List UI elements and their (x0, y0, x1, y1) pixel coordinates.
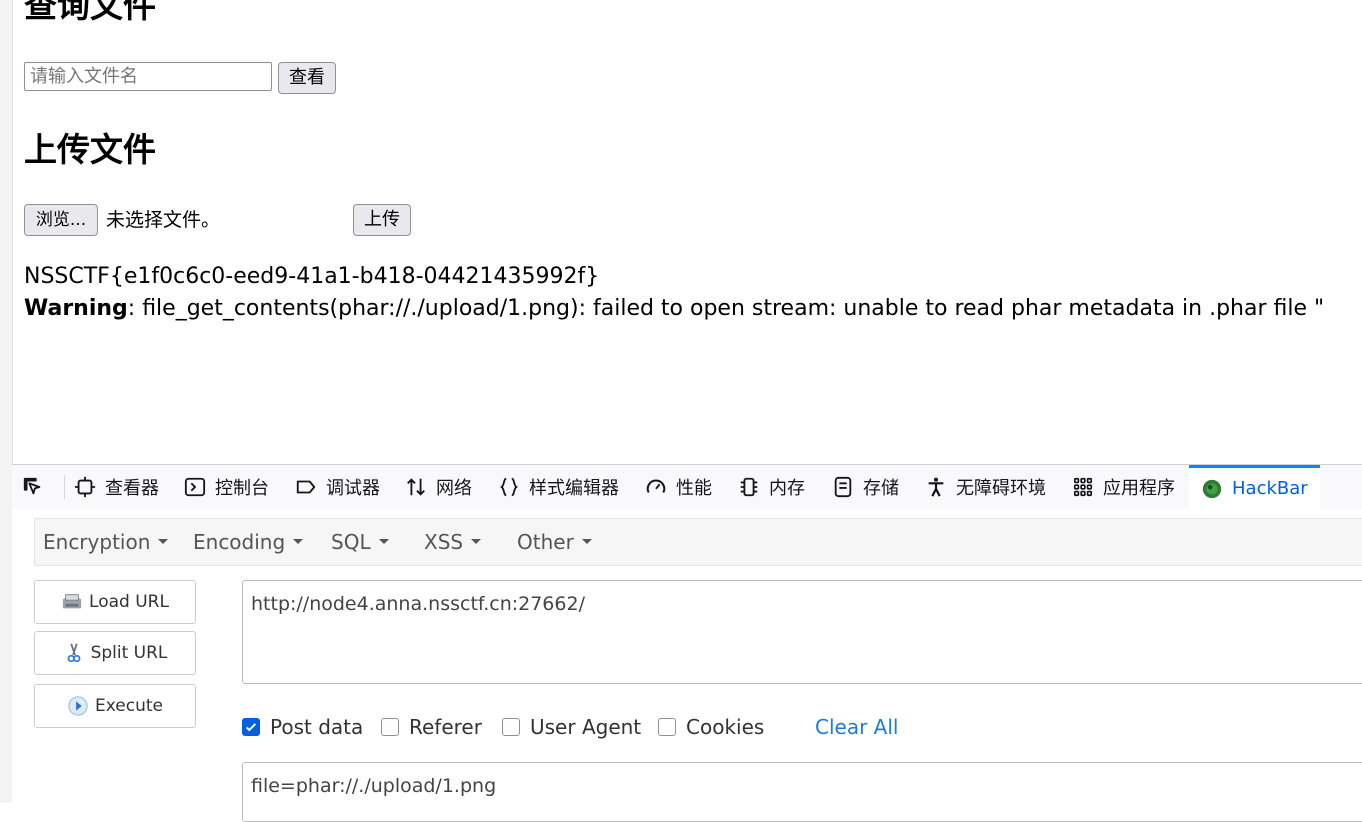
tab-accessibility[interactable]: 无障碍环境 (925, 465, 1046, 509)
execute-button[interactable]: Execute (34, 684, 196, 728)
performance-icon (646, 479, 666, 493)
menu-sql[interactable]: SQL (331, 519, 389, 565)
cookies-label: Cookies (686, 715, 765, 739)
hackbar-icon (1202, 479, 1222, 498)
devtools-panel: 查看器 控制台 调试器 网络 样式编辑器 性能 内存 存储 无障碍环境 应用程序… (12, 464, 1362, 822)
checkmark-icon (245, 723, 257, 732)
menu-label: SQL (331, 530, 371, 554)
menu-xss[interactable]: XSS (424, 519, 482, 565)
menu-other[interactable]: Other (517, 519, 592, 565)
warning-message: : file_get_contents(phar://./upload/1.pn… (127, 296, 1325, 321)
menu-encoding[interactable]: Encoding (193, 519, 304, 565)
devtools-toolbar: 查看器 控制台 调试器 网络 样式编辑器 性能 内存 存储 无障碍环境 应用程序… (12, 465, 1362, 510)
caret-down-icon (158, 539, 169, 544)
tab-label: 调试器 (326, 478, 380, 499)
menu-encryption[interactable]: Encryption (43, 519, 169, 565)
tab-label: 应用程序 (1103, 478, 1175, 499)
caret-down-icon (378, 539, 389, 544)
post-data-textarea[interactable]: file=phar://./upload/1.png (242, 762, 1362, 822)
browse-file-button[interactable]: 浏览... (24, 204, 98, 236)
element-picker-icon (23, 477, 41, 495)
scissors-icon (67, 643, 80, 663)
execute-label: Execute (95, 696, 163, 716)
storage-icon (834, 476, 852, 498)
flag-output: NSSCTF{e1f0c6c0-eed9-41a1-b418-044214359… (24, 264, 600, 289)
post-data-checkbox[interactable] (242, 718, 260, 736)
caret-down-icon (471, 539, 482, 544)
tab-performance[interactable]: 性能 (645, 465, 712, 509)
console-icon (184, 477, 206, 497)
no-file-selected-label: 未选择文件。 (106, 209, 221, 231)
load-url-label: Load URL (89, 592, 169, 612)
warning-label: Warning (24, 296, 128, 321)
tab-label: 无障碍环境 (956, 478, 1046, 499)
play-icon (68, 696, 88, 716)
php-warning: Warning: file_get_contents(phar://./uplo… (24, 294, 1324, 324)
network-icon (407, 478, 425, 496)
style-editor-icon (500, 477, 518, 497)
upload-button[interactable]: 上传 (353, 204, 411, 236)
referer-option[interactable]: Referer (381, 712, 482, 742)
query-heading: 查询文件 (24, 0, 156, 25)
cookies-checkbox[interactable] (658, 718, 676, 736)
tab-label: 存储 (863, 478, 899, 499)
load-url-icon (62, 594, 82, 609)
tab-label: 内存 (769, 478, 805, 499)
user-agent-checkbox[interactable] (502, 718, 520, 736)
tab-network[interactable]: 网络 (405, 465, 472, 509)
caret-down-icon (293, 539, 304, 544)
tab-debugger[interactable]: 调试器 (295, 465, 380, 509)
element-picker-button[interactable] (22, 465, 53, 509)
menu-label: Other (517, 530, 574, 554)
tab-inspector[interactable]: 查看器 (74, 465, 159, 509)
menu-label: XSS (424, 530, 464, 554)
accessibility-icon (928, 477, 944, 497)
caret-down-icon (581, 539, 592, 544)
tab-storage[interactable]: 存储 (832, 465, 899, 509)
tab-hackbar[interactable]: HackBar (1189, 465, 1320, 509)
user-agent-label: User Agent (530, 715, 642, 739)
tab-label: 网络 (436, 478, 472, 499)
referer-checkbox[interactable] (381, 718, 399, 736)
tab-label: 查看器 (105, 478, 159, 499)
tab-style-editor[interactable]: 样式编辑器 (498, 465, 619, 509)
toolbar-separator (64, 475, 65, 499)
tab-label: HackBar (1232, 478, 1308, 499)
page-content: 查询文件 查看 上传文件 浏览... 未选择文件。 上传 NSSCTF{e1f0… (24, 0, 1362, 464)
view-button[interactable]: 查看 (278, 62, 336, 94)
filename-input[interactable] (24, 62, 272, 91)
post-data-label: Post data (270, 715, 364, 739)
menu-label: Encryption (43, 530, 151, 554)
hackbar-panel: Encryption Encoding SQL XSS Other Load U… (12, 509, 1362, 822)
url-textarea[interactable]: http://node4.anna.nssctf.cn:27662/ (242, 580, 1362, 684)
memory-icon (740, 477, 758, 497)
tab-label: 控制台 (215, 478, 269, 499)
application-icon (1073, 477, 1093, 497)
clear-all-link[interactable]: Clear All (815, 712, 898, 742)
tab-console[interactable]: 控制台 (184, 465, 269, 509)
cookies-option[interactable]: Cookies (658, 712, 764, 742)
debugger-icon (296, 480, 316, 494)
load-url-button[interactable]: Load URL (34, 580, 196, 624)
post-data-option[interactable]: Post data (242, 712, 363, 742)
hackbar-menubar: Encryption Encoding SQL XSS Other (34, 518, 1362, 566)
tab-label: 性能 (676, 478, 712, 499)
split-url-button[interactable]: Split URL (34, 631, 196, 675)
menu-label: Encoding (193, 530, 286, 554)
inspector-icon (74, 476, 96, 498)
split-url-label: Split URL (90, 643, 168, 663)
tab-label: 样式编辑器 (529, 478, 619, 499)
tab-application[interactable]: 应用程序 (1072, 465, 1175, 509)
user-agent-option[interactable]: User Agent (502, 712, 641, 742)
upload-heading: 上传文件 (24, 130, 156, 169)
referer-label: Referer (409, 715, 482, 739)
tab-memory[interactable]: 内存 (738, 465, 805, 509)
